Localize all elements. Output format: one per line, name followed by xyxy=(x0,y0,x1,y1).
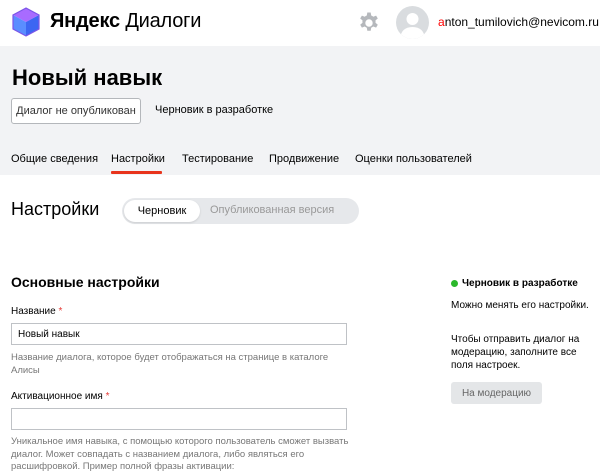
section-title-main-settings: Основные настройки xyxy=(11,274,160,290)
user-silhouette-icon xyxy=(400,13,425,39)
brand-yandex: Яндекс xyxy=(50,10,120,32)
user-email[interactable]: anton_tumilovich@nevicom.ru xyxy=(438,15,599,29)
settings-heading: Настройки xyxy=(11,199,100,219)
brand-name[interactable]: Яндекс Диалоги xyxy=(50,10,201,33)
gear-icon[interactable] xyxy=(357,11,381,35)
segment-published[interactable]: Опубликованная версия xyxy=(210,204,334,216)
name-label-text: Название xyxy=(11,306,56,317)
tab-general[interactable]: Общие сведения xyxy=(11,153,98,165)
side-note-editable: Можно менять его настройки. xyxy=(451,300,589,311)
activation-label-text: Активационное имя xyxy=(11,391,103,402)
tab-settings[interactable]: Настройки xyxy=(111,153,165,165)
dialogs-logo-icon[interactable] xyxy=(10,6,42,38)
side-note-moderation: Чтобы отправить диалог на модерацию, зап… xyxy=(451,334,580,371)
activation-field-label: Активационное имя * xyxy=(11,391,109,402)
active-tab-indicator xyxy=(111,171,162,174)
tab-promotion[interactable]: Продвижение xyxy=(269,153,339,165)
segment-draft[interactable]: Черновик xyxy=(124,200,200,222)
required-mark: * xyxy=(58,306,63,317)
required-mark: * xyxy=(105,391,110,402)
status-dot xyxy=(451,280,458,287)
publication-status-button[interactable]: Диалог не опубликован xyxy=(11,98,141,124)
brand-dialogs: Диалоги xyxy=(125,10,202,32)
page-title: Новый навык xyxy=(12,65,163,90)
top-bar: Яндекс Диалоги anton_tumilovich@nevicom.… xyxy=(0,0,600,46)
side-status-label: Черновик в разработке xyxy=(462,278,578,289)
send-to-moderation-button[interactable]: На модерацию xyxy=(451,382,542,404)
name-field-label: Название * xyxy=(11,306,62,317)
name-input[interactable]: Новый навык xyxy=(11,323,347,345)
email-rest: nton_tumilovich@nevicom.ru xyxy=(444,15,599,29)
version-switch: Черновик Опубликованная версия xyxy=(122,198,359,224)
activation-name-input[interactable] xyxy=(11,408,347,430)
activation-hint: Уникальное имя навыка, с помощью которог… xyxy=(11,436,349,471)
name-hint: Название диалога, которое будет отобража… xyxy=(11,352,329,376)
draft-status-text: Черновик в разработке xyxy=(155,104,274,116)
tab-user-ratings[interactable]: Оценки пользователей xyxy=(355,153,472,165)
email-first-letter: a xyxy=(438,15,445,29)
tab-testing[interactable]: Тестирование xyxy=(182,153,253,165)
avatar[interactable] xyxy=(396,6,429,39)
